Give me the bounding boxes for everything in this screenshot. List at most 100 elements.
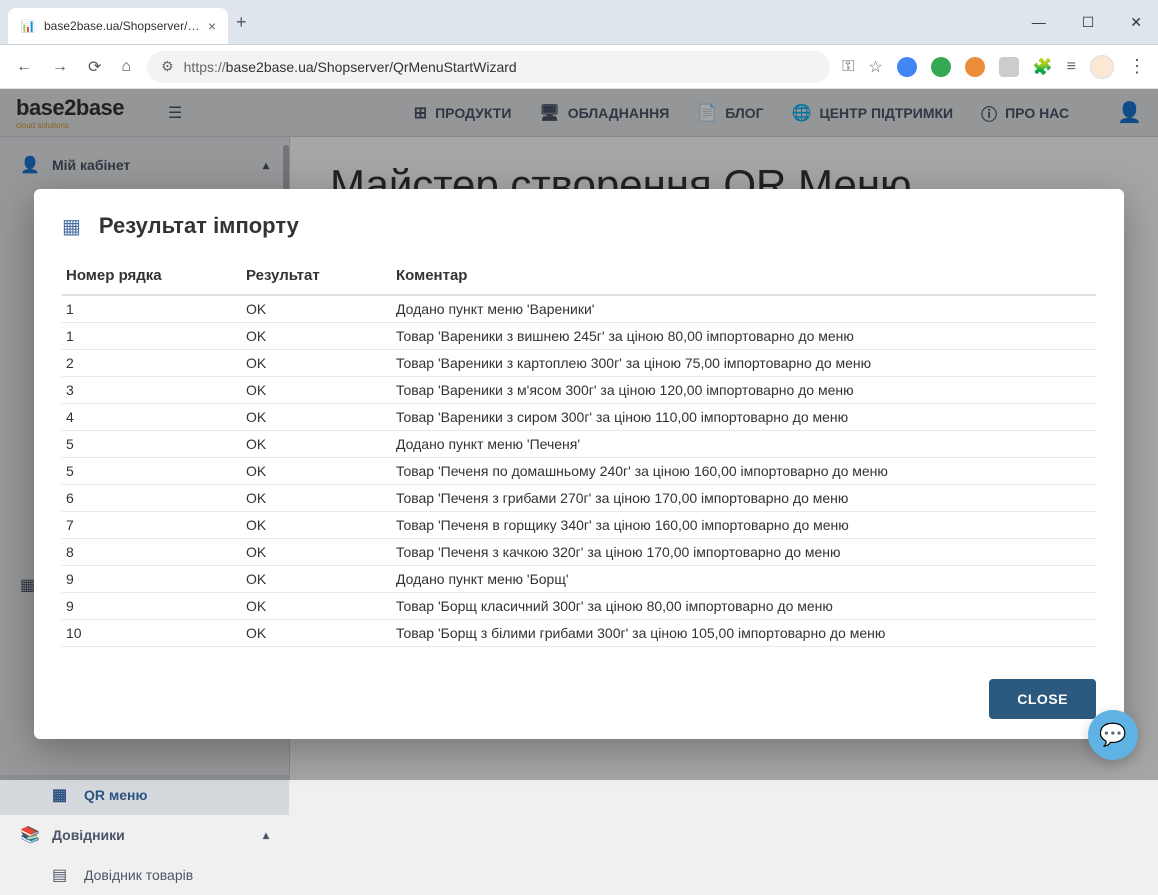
table-row: 10OKТовар 'Борщ з білими грибами 300г' з… — [62, 620, 1096, 647]
forward-button[interactable]: → — [48, 54, 72, 80]
table-cell: OK — [242, 295, 392, 323]
table-header-row: Номер рядка Результат Коментар — [62, 257, 1096, 295]
table-cell: Товар 'Борщ класичний 300г' за ціною 80,… — [392, 593, 1096, 620]
col-result: Результат — [242, 257, 392, 295]
back-button[interactable]: ← — [12, 54, 36, 80]
book-icon: 📚 — [20, 825, 38, 845]
chat-fab[interactable]: 💬 — [1088, 710, 1138, 760]
table-row: 3OKТовар 'Вареники з м'ясом 300г' за цін… — [62, 377, 1096, 404]
table-cell: 4 — [62, 404, 242, 431]
table-cell: 9 — [62, 593, 242, 620]
table-cell: OK — [242, 377, 392, 404]
import-result-modal: ▦ Результат імпорту Номер рядка Результа… — [34, 189, 1124, 739]
extension-3-icon[interactable] — [965, 57, 985, 77]
table-row: 6OKТовар 'Печеня з грибами 270г' за ціно… — [62, 485, 1096, 512]
table-cell: 2 — [62, 350, 242, 377]
close-window-button[interactable]: ✕ — [1122, 10, 1150, 35]
bookmark-icon[interactable]: ☆ — [868, 57, 882, 77]
table-cell: Товар 'Вареники з картоплею 300г' за цін… — [392, 350, 1096, 377]
col-row-num: Номер рядка — [62, 257, 242, 295]
key-icon[interactable]: ⚿ — [842, 58, 854, 76]
table-row: 8OKТовар 'Печеня з качкою 320г' за ціною… — [62, 539, 1096, 566]
table-cell: 8 — [62, 539, 242, 566]
table-cell: Товар 'Печеня з грибами 270г' за ціною 1… — [392, 485, 1096, 512]
home-button[interactable]: ⌂ — [117, 54, 135, 80]
table-cell: Товар 'Печеня в горщику 340г' за ціною 1… — [392, 512, 1096, 539]
chevron-up-icon: ▴ — [263, 828, 269, 842]
table-row: 9OKТовар 'Борщ класичний 300г' за ціною … — [62, 593, 1096, 620]
table-cell: 10 — [62, 620, 242, 647]
qr-icon: ▦ — [52, 785, 70, 805]
table-cell: OK — [242, 485, 392, 512]
table-row: 1OKДодано пункт меню 'Вареники' — [62, 295, 1096, 323]
browser-nav-bar: ← → ⟳ ⌂ ⚙ https://base2base.ua/Shopserve… — [0, 45, 1158, 89]
tab-favicon: 📊 — [20, 18, 36, 34]
table-cell: OK — [242, 512, 392, 539]
table-cell: Товар 'Печеня з качкою 320г' за ціною 17… — [392, 539, 1096, 566]
window-controls: — ☐ ✕ — [1024, 10, 1150, 35]
profile-avatar[interactable] — [1090, 55, 1114, 79]
new-tab-button[interactable]: + — [236, 12, 247, 33]
table-cell: OK — [242, 350, 392, 377]
browser-menu-icon[interactable]: ⋮ — [1128, 56, 1146, 77]
table-cell: OK — [242, 458, 392, 485]
table-cell: Додано пункт меню 'Печеня' — [392, 431, 1096, 458]
table-cell: 5 — [62, 431, 242, 458]
table-row: 7OKТовар 'Печеня в горщику 340г' за ціно… — [62, 512, 1096, 539]
chat-icon: 💬 — [1099, 722, 1126, 748]
url-text: https://base2base.ua/Shopserver/QrMenuSt… — [184, 59, 816, 75]
table-cell: OK — [242, 593, 392, 620]
table-cell: 1 — [62, 323, 242, 350]
modal-header: ▦ Результат імпорту — [34, 189, 1124, 257]
tab-title: base2base.ua/Shopserver/QrMe — [44, 19, 200, 33]
tab-close-icon[interactable]: × — [208, 18, 216, 34]
table-cell: 7 — [62, 512, 242, 539]
browser-tab[interactable]: 📊 base2base.ua/Shopserver/QrMe × — [8, 8, 228, 44]
browser-tab-bar: 📊 base2base.ua/Shopserver/QrMe × + — ☐ ✕ — [0, 0, 1158, 45]
col-comment: Коментар — [392, 257, 1096, 295]
list-icon: ▤ — [52, 865, 70, 885]
table-cell: 3 — [62, 377, 242, 404]
modal-body: Номер рядка Результат Коментар 1OKДодано… — [34, 257, 1124, 663]
table-row: 4OKТовар 'Вареники з сиром 300г' за ціно… — [62, 404, 1096, 431]
maximize-button[interactable]: ☐ — [1074, 10, 1103, 35]
table-cell: OK — [242, 566, 392, 593]
table-cell: 5 — [62, 458, 242, 485]
url-bar[interactable]: ⚙ https://base2base.ua/Shopserver/QrMenu… — [147, 51, 830, 83]
table-row: 5OKДодано пункт меню 'Печеня' — [62, 431, 1096, 458]
close-button[interactable]: CLOSE — [989, 679, 1096, 719]
table-cell: 9 — [62, 566, 242, 593]
extension-icons: ⚿ ☆ 🧩 ≡ ⋮ — [842, 55, 1146, 79]
table-cell: OK — [242, 539, 392, 566]
reading-list-icon[interactable]: ≡ — [1067, 58, 1076, 76]
table-cell: Товар 'Печеня по домашньому 240г' за цін… — [392, 458, 1096, 485]
sidebar-products-dir[interactable]: ▤ Довідник товарів — [0, 855, 289, 895]
table-cell: OK — [242, 620, 392, 647]
table-cell: Товар 'Вареники з вишнею 245г' за ціною … — [392, 323, 1096, 350]
table-row: 5OKТовар 'Печеня по домашньому 240г' за … — [62, 458, 1096, 485]
table-cell: Додано пункт меню 'Вареники' — [392, 295, 1096, 323]
reload-button[interactable]: ⟳ — [84, 53, 105, 81]
extensions-menu-icon[interactable]: 🧩 — [1033, 57, 1053, 77]
import-results-table: Номер рядка Результат Коментар 1OKДодано… — [62, 257, 1096, 647]
minimize-button[interactable]: — — [1024, 10, 1054, 35]
table-cell: Товар 'Вареники з сиром 300г' за ціною 1… — [392, 404, 1096, 431]
app-container: base2base cloud solutions ☰ ⊞ ПРОДУКТИ 🖥… — [0, 89, 1158, 780]
table-cell: OK — [242, 323, 392, 350]
site-settings-icon[interactable]: ⚙ — [161, 58, 174, 75]
sidebar-directories[interactable]: 📚 Довідники ▴ — [0, 815, 289, 855]
table-cell: Товар 'Борщ з білими грибами 300г' за ці… — [392, 620, 1096, 647]
table-cell: OK — [242, 404, 392, 431]
table-cell: 6 — [62, 485, 242, 512]
modal-footer: CLOSE — [34, 663, 1124, 739]
sidebar-qrmenu[interactable]: ▦ QR меню — [0, 775, 289, 815]
table-row: 9OKДодано пункт меню 'Борщ' — [62, 566, 1096, 593]
modal-title: Результат імпорту — [99, 213, 299, 239]
table-cell: OK — [242, 431, 392, 458]
extension-1-icon[interactable] — [897, 57, 917, 77]
table-cell: 1 — [62, 295, 242, 323]
table-row: 2OKТовар 'Вареники з картоплею 300г' за … — [62, 350, 1096, 377]
extension-2-icon[interactable] — [931, 57, 951, 77]
extension-4-icon[interactable] — [999, 57, 1019, 77]
table-cell: Товар 'Вареники з м'ясом 300г' за ціною … — [392, 377, 1096, 404]
